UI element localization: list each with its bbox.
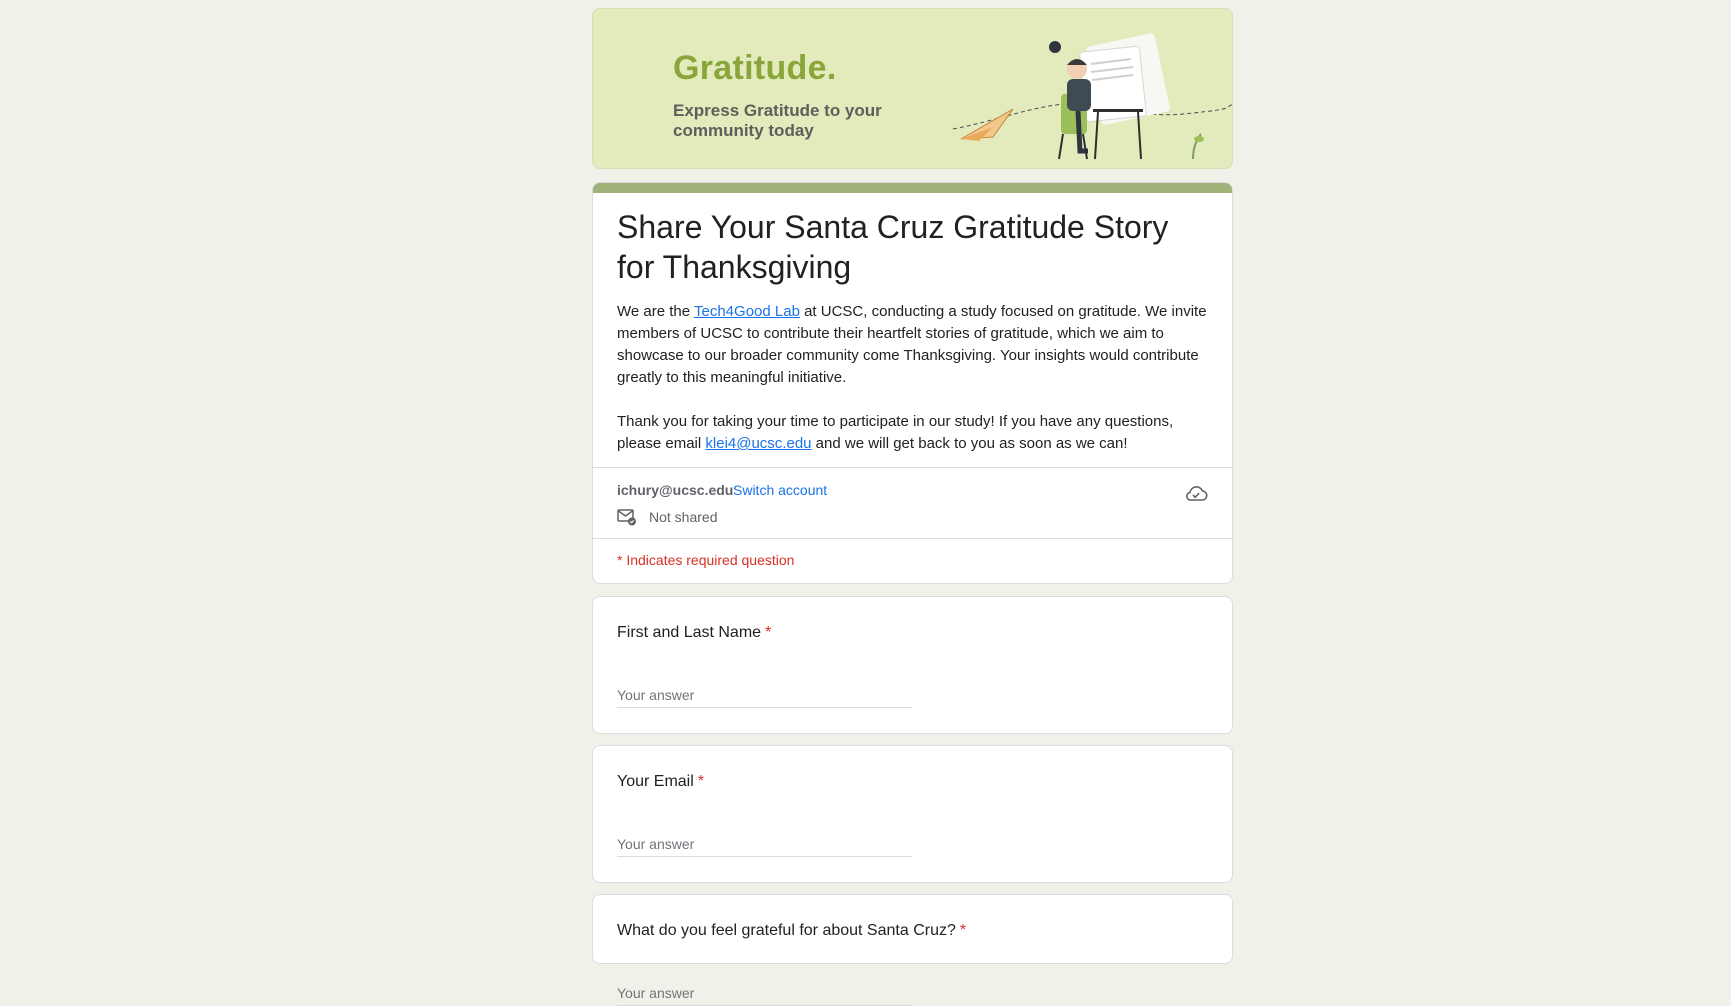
required-star: *: [765, 624, 772, 641]
description-paragraph-2: Thank you for taking your time to partic…: [617, 411, 1208, 455]
tech4good-link[interactable]: Tech4Good Lab: [694, 303, 800, 320]
email-shared-status: Not shared: [617, 508, 717, 526]
banner-title: Gratitude.: [673, 49, 837, 87]
banner-illustration: [952, 33, 1232, 160]
description-paragraph-1: We are the Tech4Good Lab at UCSC, conduc…: [617, 301, 1208, 389]
grateful-answer-input[interactable]: [617, 981, 912, 1006]
cloud-icon: [1186, 486, 1208, 501]
envelope-shared-icon: [617, 509, 636, 526]
switch-account-link[interactable]: Switch account: [733, 482, 827, 498]
question-label: What do you feel grateful for about Sant…: [617, 922, 966, 940]
shared-status-label: Not shared: [649, 509, 718, 525]
question-text: What do you feel grateful for about Sant…: [617, 922, 956, 939]
form-title: Share Your Santa Cruz Gratitude Story fo…: [617, 209, 1169, 285]
required-star: *: [697, 773, 705, 790]
account-email: ichury@ucsc.edu: [617, 482, 734, 498]
question-card-email: Your Email *: [592, 745, 1233, 883]
header-banner: Gratitude. Express Gratitude to your com…: [592, 8, 1233, 169]
required-star: *: [959, 922, 967, 939]
accent-bar: [593, 183, 1232, 193]
desc-text: We are the: [617, 303, 694, 320]
email-answer-input[interactable]: [617, 832, 912, 857]
question-text: Your Email: [617, 773, 694, 790]
question-card-grateful: What do you feel grateful for about Sant…: [592, 894, 1233, 1006]
desc-text: and we will get back to you as soon as w…: [811, 435, 1128, 452]
account-section: ichury@ucsc.edu Switch account Not share…: [593, 468, 1232, 538]
contact-email-link[interactable]: klei4@ucsc.edu: [705, 435, 811, 452]
required-question-note: * Indicates required question: [617, 552, 795, 568]
name-answer-input[interactable]: [617, 683, 912, 708]
form-description: We are the Tech4Good Lab at UCSC, conduc…: [593, 287, 1232, 455]
question-label: Your Email *: [617, 773, 704, 791]
form-header-card: Share Your Santa Cruz Gratitude Story fo…: [592, 182, 1233, 584]
question-label: First and Last Name *: [617, 624, 771, 642]
paper-plane-icon: [960, 108, 1014, 141]
question-card-name: First and Last Name *: [592, 596, 1233, 734]
banner-subtitle: Express Gratitude to your community toda…: [673, 101, 882, 140]
question-text: First and Last Name: [617, 624, 762, 641]
